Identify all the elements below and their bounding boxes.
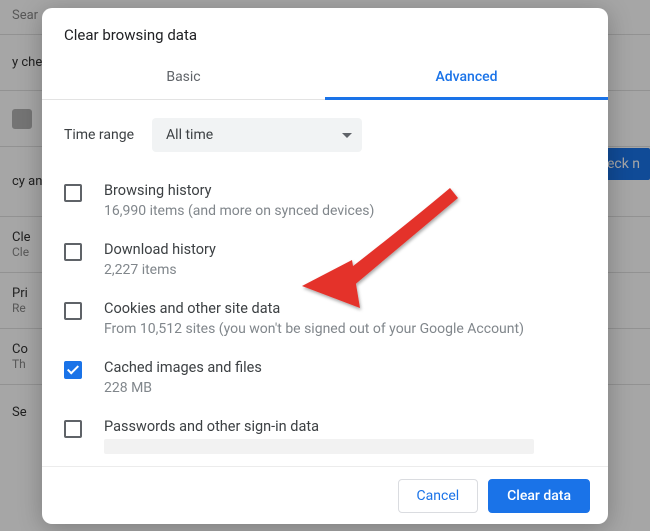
tab-advanced[interactable]: Advanced — [325, 54, 608, 99]
option-download-history: Download history 2,227 items — [64, 241, 586, 278]
dialog-content-scroll[interactable]: Time range All time Browsing history 16,… — [42, 100, 608, 466]
option-subtext — [104, 439, 534, 454]
tab-basic[interactable]: Basic — [42, 54, 325, 99]
clear-data-button[interactable]: Clear data — [488, 479, 590, 513]
clear-browsing-data-dialog: Clear browsing data Basic Advanced Time … — [42, 8, 608, 524]
option-title: Browsing history — [104, 182, 586, 199]
time-range-value: All time — [166, 127, 213, 143]
option-cached: Cached images and files 228 MB — [64, 359, 586, 396]
checkbox-cookies[interactable] — [64, 302, 82, 320]
dialog-actions: Cancel Clear data — [42, 466, 608, 524]
option-cookies: Cookies and other site data From 10,512 … — [64, 300, 586, 337]
option-title: Passwords and other sign-in data — [104, 418, 586, 435]
checkbox-passwords[interactable] — [64, 420, 82, 438]
option-title: Cookies and other site data — [104, 300, 586, 317]
dialog-tabs: Basic Advanced — [42, 54, 608, 100]
checkbox-cached[interactable] — [64, 361, 82, 379]
cancel-button[interactable]: Cancel — [398, 479, 479, 513]
time-range-row: Time range All time — [64, 118, 586, 152]
option-title: Download history — [104, 241, 586, 258]
checkbox-browsing-history[interactable] — [64, 184, 82, 202]
option-title: Cached images and files — [104, 359, 586, 376]
option-subtext: 2,227 items — [104, 262, 586, 278]
chevron-down-icon — [342, 133, 352, 138]
option-passwords: Passwords and other sign-in data — [64, 418, 586, 454]
time-range-label: Time range — [64, 127, 134, 143]
time-range-select[interactable]: All time — [152, 118, 362, 152]
option-subtext: 228 MB — [104, 380, 586, 396]
option-browsing-history: Browsing history 16,990 items (and more … — [64, 182, 586, 219]
option-subtext: 16,990 items (and more on synced devices… — [104, 203, 586, 219]
checkbox-download-history[interactable] — [64, 243, 82, 261]
dialog-title: Clear browsing data — [42, 8, 608, 54]
option-subtext: From 10,512 sites (you won't be signed o… — [104, 321, 586, 337]
